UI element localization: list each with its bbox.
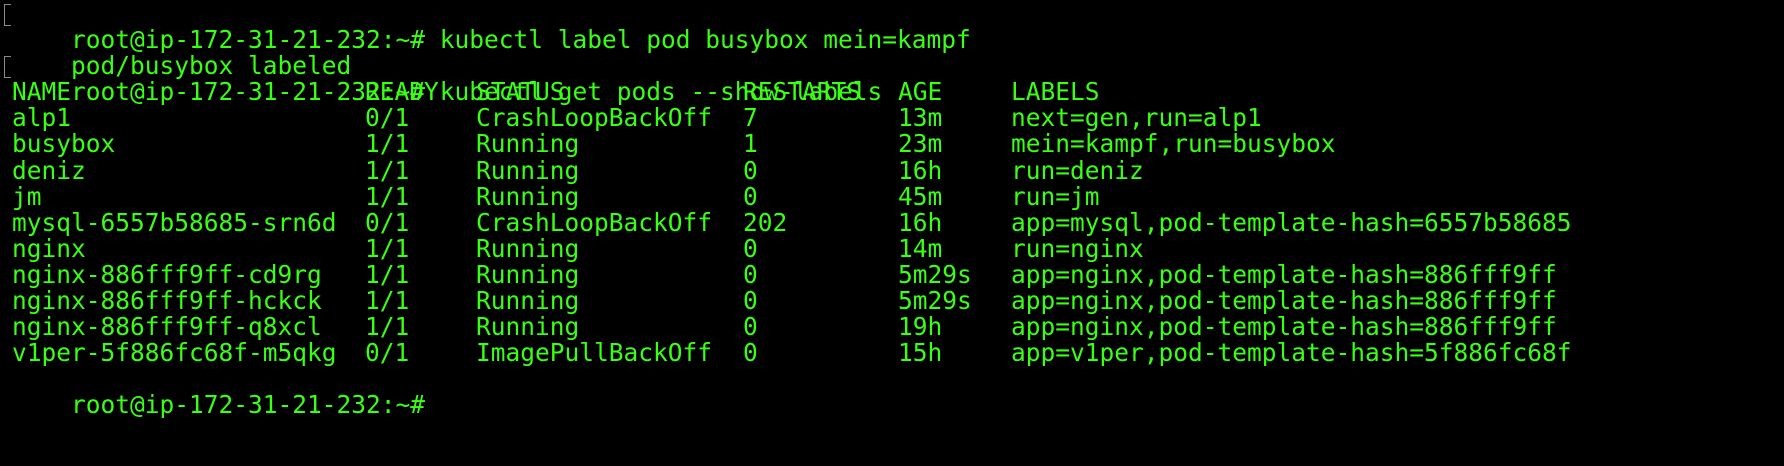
cell-name: nginx-886fff9ff-hckck [12, 286, 322, 316]
cell-labels: app=nginx,pod-template-hash=886fff9ff [1011, 312, 1557, 342]
table-row: mysql-6557b58685-srn6d 0/1 CrashLoopBackOf… [0, 207, 1784, 237]
cell-age: 5m29s [898, 259, 972, 289]
cell-status: Running [476, 233, 580, 263]
cell-restarts: 0 [743, 286, 758, 316]
cell-status: Running [476, 155, 580, 185]
cell-name: v1per-5f886fc68f-m5qkg [12, 338, 337, 368]
cell-labels: run=jm [1011, 181, 1100, 211]
cell-labels: run=nginx [1011, 233, 1144, 263]
terminal-window[interactable]: root@ip-172-31-21-232:~# kubectl label p… [0, 0, 1784, 466]
table-row: alp1 0/1 CrashLoopBackOff 7 13m next=gen,run=… [0, 105, 1784, 131]
cell-age: 16h [898, 207, 943, 237]
cell-age: 19h [898, 312, 943, 342]
cell-age: 5m29s [898, 286, 972, 316]
cell-labels: next=gen,run=alp1 [1011, 103, 1262, 133]
cell-restarts: 7 [743, 103, 758, 133]
table-header-row: NAME READY STATUS RESTARTS AGE LABELS [0, 79, 1784, 105]
table-row: nginx-886fff9ff-hckck 1/1 Running 0 5m29s app… [0, 286, 1784, 316]
cell-status: Running [476, 259, 580, 289]
cell-age: 45m [898, 181, 943, 211]
header-status: STATUS [476, 77, 565, 107]
cell-restarts: 202 [743, 207, 788, 237]
cell-age: 14m [898, 233, 943, 263]
cell-ready: 1/1 [365, 155, 410, 185]
cell-ready: 1/1 [365, 233, 410, 263]
cell-labels: app=mysql,pod-template-hash=6557b58685 [1011, 207, 1572, 237]
cell-ready: 1/1 [365, 129, 410, 159]
pods-table: NAME READY STATUS RESTARTS AGE LABELS al… [0, 79, 1784, 366]
cell-name: mysql-6557b58685-srn6d [12, 207, 337, 237]
cell-ready: 1/1 [365, 312, 410, 342]
output-line: pod/busybox labeled [0, 27, 1784, 79]
cell-age: 16h [898, 155, 943, 185]
cell-age: 15h [898, 338, 943, 368]
command-line-3: root@ip-172-31-21-232:~# [0, 366, 1784, 418]
cell-age: 23m [898, 129, 943, 159]
cell-name: alp1 [12, 103, 72, 133]
cell-ready: 0/1 [365, 103, 410, 133]
cell-labels: app=v1per,pod-template-hash=5f886fc68f [1011, 338, 1572, 368]
cell-age: 13m [898, 103, 943, 133]
cell-ready: 0/1 [365, 207, 410, 237]
command-line-2: root@ip-172-31-21-232:~# kubectl get pod… [0, 53, 1784, 105]
table-row: jm 1/1 Running 0 45m run=jm [0, 181, 1784, 211]
cell-status: Running [476, 129, 580, 159]
cell-name: nginx-886fff9ff-q8xcl [12, 312, 322, 342]
table-row: deniz 1/1 Running 0 16h run=deniz [0, 155, 1784, 185]
cell-name: jm [12, 181, 42, 211]
prompt: root@ip-172-31-21-232:~# [71, 390, 426, 420]
header-restarts: RESTARTS [743, 77, 862, 107]
cell-restarts: 0 [743, 155, 758, 185]
cell-labels: run=deniz [1011, 155, 1144, 185]
cell-status: CrashLoopBackOff [476, 103, 713, 133]
cell-labels: mein=kampf,run=busybox [1011, 129, 1336, 159]
header-age: AGE [898, 77, 943, 107]
table-row: v1per-5f886fc68f-m5qkg 0/1 ImagePullBackOf… [0, 340, 1784, 366]
cell-name: deniz [12, 155, 86, 185]
table-row: nginx-886fff9ff-q8xcl 1/1 Running 0 19h app=n… [0, 314, 1784, 340]
cell-status: Running [476, 286, 580, 316]
cell-ready: 1/1 [365, 286, 410, 316]
cell-restarts: 0 [743, 338, 758, 368]
cell-restarts: 0 [743, 181, 758, 211]
table-row: busybox 1/1 Running 1 23m mein=kampf,run=busy… [0, 131, 1784, 157]
cell-restarts: 0 [743, 233, 758, 263]
cell-ready: 0/1 [365, 338, 410, 368]
cell-labels: app=nginx,pod-template-hash=886fff9ff [1011, 259, 1557, 289]
table-row: nginx 1/1 Running 0 14m run=nginx [0, 233, 1784, 263]
cell-status: Running [476, 312, 580, 342]
cell-name: nginx-886fff9ff-cd9rg [12, 259, 322, 289]
cursor[interactable] [437, 395, 448, 417]
cell-status: Running [476, 181, 580, 211]
cell-labels: app=nginx,pod-template-hash=886fff9ff [1011, 286, 1557, 316]
cell-status: CrashLoopBackOff [476, 207, 713, 237]
cell-ready: 1/1 [365, 181, 410, 211]
header-labels: LABELS [1011, 77, 1100, 107]
cell-name: busybox [12, 129, 116, 159]
header-name: NAME [12, 77, 72, 107]
cell-name: nginx [12, 233, 86, 263]
cell-restarts: 1 [743, 129, 758, 159]
command-line-1: root@ip-172-31-21-232:~# kubectl label p… [0, 1, 1784, 53]
cell-restarts: 0 [743, 312, 758, 342]
table-row: nginx-886fff9ff-cd9rg 1/1 Running 0 5m29s app… [0, 259, 1784, 289]
cell-status: ImagePullBackOff [476, 338, 713, 368]
cell-restarts: 0 [743, 259, 758, 289]
header-ready: READY [365, 77, 439, 107]
cell-ready: 1/1 [365, 259, 410, 289]
